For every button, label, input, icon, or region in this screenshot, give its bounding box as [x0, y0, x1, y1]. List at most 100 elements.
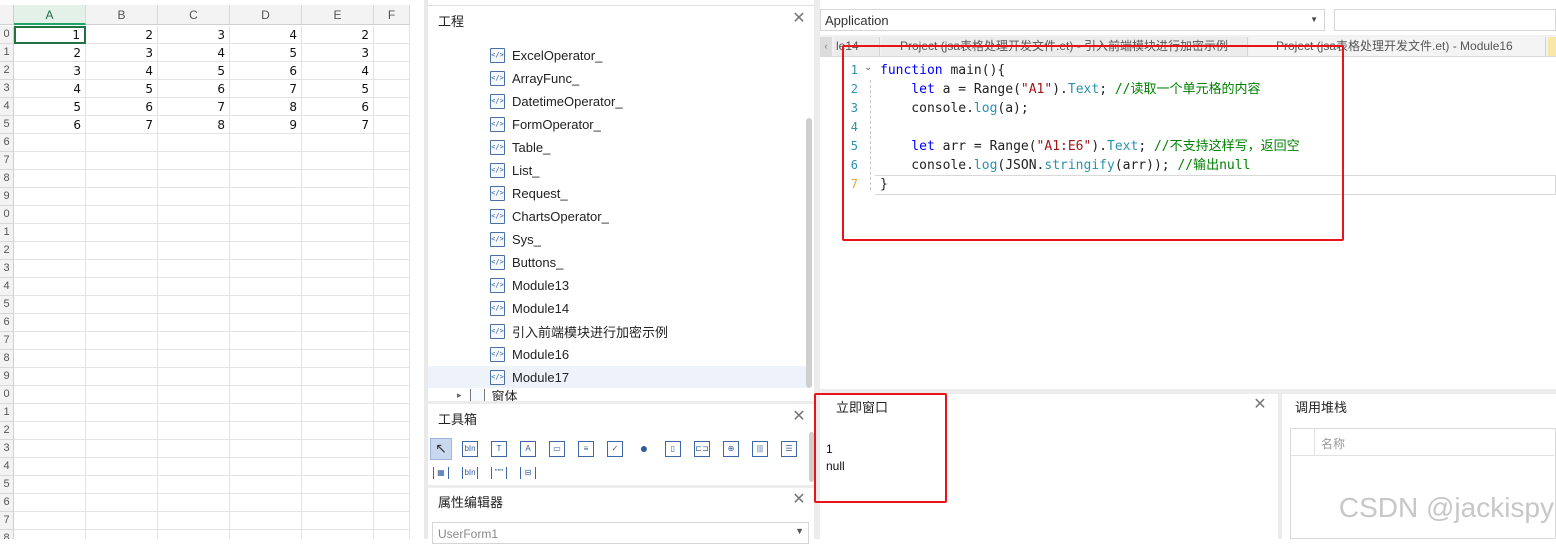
- row-header[interactable]: 5: [0, 116, 14, 134]
- grid-cell[interactable]: 4: [158, 44, 230, 62]
- grid-cell[interactable]: [86, 224, 158, 242]
- grid-cell[interactable]: [14, 404, 86, 422]
- grid-cell[interactable]: [230, 332, 302, 350]
- grid-cell[interactable]: [230, 224, 302, 242]
- grid-cell[interactable]: 4: [14, 80, 86, 98]
- grid-cell[interactable]: [14, 476, 86, 494]
- grid-cell[interactable]: [230, 440, 302, 458]
- grid-cell[interactable]: [158, 422, 230, 440]
- grid-cell[interactable]: [158, 494, 230, 512]
- grid-cell[interactable]: [230, 260, 302, 278]
- row-header[interactable]: 4: [0, 278, 14, 296]
- grid-cell[interactable]: [14, 314, 86, 332]
- grid-cell[interactable]: [374, 368, 410, 386]
- listbox-tool-icon[interactable]: ≡: [575, 438, 597, 460]
- grid-cell[interactable]: [374, 224, 410, 242]
- grid-cell[interactable]: [374, 278, 410, 296]
- row-header[interactable]: 8: [0, 350, 14, 368]
- grid-cell[interactable]: [158, 134, 230, 152]
- column-header-name[interactable]: 名称: [1321, 435, 1345, 452]
- grid-cell[interactable]: [230, 350, 302, 368]
- grid-cell[interactable]: [230, 458, 302, 476]
- grid-cell[interactable]: [302, 332, 374, 350]
- barcode-tool-icon[interactable]: |||: [749, 438, 771, 460]
- grid-cell[interactable]: [158, 530, 230, 539]
- tree-item-module[interactable]: </> Buttons_: [490, 251, 563, 273]
- grid-cell[interactable]: [158, 170, 230, 188]
- label-tool-icon[interactable]: T: [488, 438, 510, 460]
- grid-cell[interactable]: [302, 350, 374, 368]
- grid-cell[interactable]: [158, 296, 230, 314]
- grid-cell[interactable]: [302, 530, 374, 539]
- grid-cell[interactable]: [86, 368, 158, 386]
- tab-overflow-indicator[interactable]: [1548, 37, 1556, 56]
- grid-cell[interactable]: 4: [86, 62, 158, 80]
- grid-cell[interactable]: [158, 242, 230, 260]
- radio-tool-icon[interactable]: ●: [633, 438, 655, 460]
- grid-cell[interactable]: [14, 422, 86, 440]
- grid-cell[interactable]: [302, 206, 374, 224]
- column-header-a[interactable]: A: [14, 5, 86, 25]
- center-tool-icon[interactable]: ⊕: [720, 438, 742, 460]
- row-header[interactable]: 6: [0, 314, 14, 332]
- grid-cell[interactable]: [302, 296, 374, 314]
- grid-cell[interactable]: [14, 242, 86, 260]
- grid-cell[interactable]: [230, 530, 302, 539]
- grid-cell[interactable]: 2: [14, 44, 86, 62]
- close-icon[interactable]: ✕: [792, 409, 806, 425]
- grid-cell[interactable]: 8: [158, 116, 230, 134]
- grid-cell[interactable]: 7: [86, 116, 158, 134]
- grid-cell[interactable]: [14, 368, 86, 386]
- grid-cell[interactable]: [158, 314, 230, 332]
- grid-cell[interactable]: [86, 188, 158, 206]
- grid-cell[interactable]: 3: [302, 44, 374, 62]
- grid-cell[interactable]: [374, 116, 410, 134]
- grid-cell[interactable]: [230, 152, 302, 170]
- grid-cell[interactable]: [158, 512, 230, 530]
- grid-cell[interactable]: [302, 314, 374, 332]
- grid-cell[interactable]: [230, 404, 302, 422]
- row-header[interactable]: 3: [0, 80, 14, 98]
- quote-tool-icon[interactable]: """: [488, 466, 510, 480]
- grid-cell[interactable]: [230, 494, 302, 512]
- grid-cell[interactable]: [374, 170, 410, 188]
- grid-cell[interactable]: [230, 278, 302, 296]
- grid-cell[interactable]: 3: [158, 26, 230, 44]
- grid-cell[interactable]: [86, 296, 158, 314]
- grid-cell[interactable]: [86, 476, 158, 494]
- row-header[interactable]: 5: [0, 296, 14, 314]
- grid-cell[interactable]: [230, 422, 302, 440]
- project-scrollbar[interactable]: [806, 118, 812, 388]
- grid-cell[interactable]: [230, 368, 302, 386]
- grid-cell[interactable]: [230, 188, 302, 206]
- tree-item-module[interactable]: </> Request_: [490, 182, 568, 204]
- grid-cell[interactable]: [230, 134, 302, 152]
- grid-cell[interactable]: 6: [158, 80, 230, 98]
- grid-cell[interactable]: [374, 242, 410, 260]
- grid-cell[interactable]: [86, 440, 158, 458]
- grid-cell[interactable]: [158, 188, 230, 206]
- row-header[interactable]: 2: [0, 62, 14, 80]
- grid-cell[interactable]: [158, 224, 230, 242]
- grid-cell[interactable]: [302, 242, 374, 260]
- grid-cell[interactable]: [374, 188, 410, 206]
- grid-cell[interactable]: [302, 278, 374, 296]
- row-header[interactable]: 0: [0, 206, 14, 224]
- grid-cell[interactable]: 5: [230, 44, 302, 62]
- grid-cell[interactable]: 1: [14, 26, 86, 44]
- tree-item-module[interactable]: </> Module16: [490, 343, 569, 365]
- tree-item-module[interactable]: </> FormOperator_: [490, 113, 601, 135]
- grid-cell[interactable]: [86, 134, 158, 152]
- spreadsheet-grid[interactable]: ABCDEF 012345678901234567890123456789 12…: [0, 0, 424, 539]
- tree-item-module[interactable]: </> Module14: [490, 297, 569, 319]
- column-header-c[interactable]: C: [158, 5, 230, 25]
- grid-cell[interactable]: 4: [302, 62, 374, 80]
- row-header[interactable]: 2: [0, 242, 14, 260]
- grid-cell[interactable]: [374, 206, 410, 224]
- close-icon[interactable]: ✕: [792, 492, 806, 508]
- grid-cell[interactable]: [86, 422, 158, 440]
- grid-cell[interactable]: [14, 296, 86, 314]
- row-header[interactable]: 7: [0, 332, 14, 350]
- tree-item-module[interactable]: </> Module13: [490, 274, 569, 296]
- combo-tool-icon[interactable]: bIn: [459, 466, 481, 480]
